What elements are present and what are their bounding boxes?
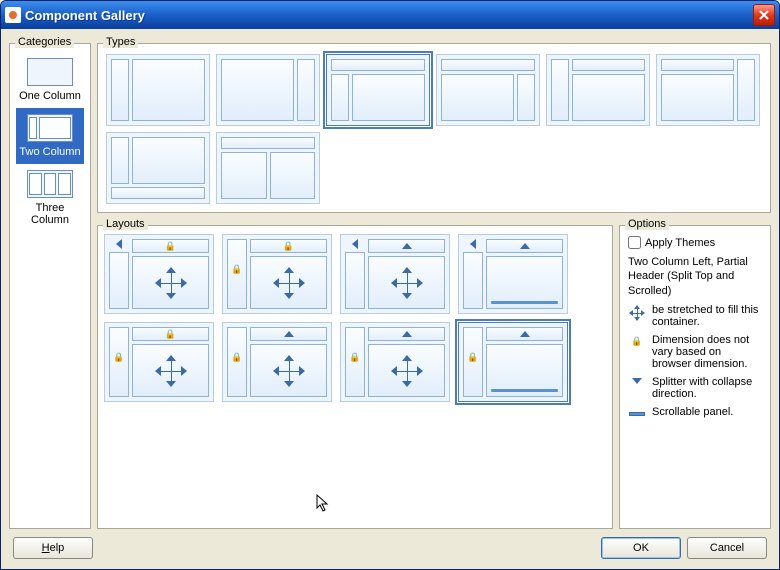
- layout-tile[interactable]: 🔒: [104, 234, 214, 314]
- splitter-up-icon: [402, 331, 412, 337]
- apply-themes-input[interactable]: [628, 236, 641, 249]
- types-panel: [97, 43, 771, 213]
- scroll-indicator: [491, 301, 558, 304]
- stretch-icon: [392, 356, 422, 386]
- type-tile[interactable]: [216, 54, 320, 126]
- cursor-icon: [316, 494, 330, 514]
- category-two-column[interactable]: Two Column: [16, 108, 84, 164]
- layout-tile[interactable]: [458, 234, 568, 314]
- splitter-left-icon: [116, 239, 122, 249]
- splitter-icon: [632, 378, 642, 384]
- category-label: Two Column: [18, 146, 82, 158]
- one-column-icon: [27, 58, 73, 86]
- layout-tile[interactable]: 🔒 🔒: [222, 234, 332, 314]
- category-label: Three Column: [18, 202, 82, 226]
- cancel-button[interactable]: Cancel: [687, 537, 767, 559]
- lock-icon: 🔒: [283, 241, 294, 252]
- stretch-icon: [156, 356, 186, 386]
- dialog-buttons: Help OK Cancel: [9, 535, 771, 561]
- splitter-up-icon: [520, 243, 530, 249]
- legend-lock: Dimension does not vary based on browser…: [652, 334, 762, 370]
- close-button[interactable]: [753, 4, 775, 26]
- type-tile[interactable]: [216, 132, 320, 204]
- lock-icon: 🔒: [228, 264, 246, 275]
- splitter-left-icon: [352, 239, 358, 249]
- window-title: Component Gallery: [25, 8, 753, 23]
- legend-splitter: Splitter with collapse direction.: [652, 376, 762, 400]
- dialog-content: Categories One Column Two Column Thre: [1, 29, 779, 569]
- dialog-window: Component Gallery Categories One Column: [0, 0, 780, 570]
- stretch-icon: [630, 306, 644, 320]
- ok-button[interactable]: OK: [601, 537, 681, 559]
- category-label: One Column: [18, 90, 82, 102]
- legend-scroll: Scrollable panel.: [652, 406, 762, 418]
- stretch-icon: [156, 268, 186, 298]
- layout-description: Two Column Left, Partial Header (Split T…: [628, 255, 762, 298]
- scroll-indicator: [491, 389, 558, 392]
- type-tile[interactable]: [656, 54, 760, 126]
- splitter-left-icon: [470, 239, 476, 249]
- categories-label: Categories: [15, 36, 74, 48]
- app-icon: [5, 7, 21, 23]
- type-tile[interactable]: [326, 54, 430, 126]
- splitter-up-icon: [402, 243, 412, 249]
- type-tile[interactable]: [106, 132, 210, 204]
- apply-themes-label: Apply Themes: [645, 237, 715, 249]
- close-icon: [759, 10, 769, 20]
- lock-icon: 🔒: [165, 241, 176, 252]
- types-label: Types: [103, 36, 138, 48]
- splitter-up-icon: [520, 331, 530, 337]
- type-tile[interactable]: [106, 54, 210, 126]
- lock-icon: 🔒: [631, 336, 642, 347]
- category-three-column[interactable]: Three Column: [16, 164, 84, 232]
- apply-themes-checkbox[interactable]: Apply Themes: [628, 236, 762, 249]
- layout-tile[interactable]: 🔒 🔒: [104, 322, 214, 402]
- titlebar: Component Gallery: [1, 1, 779, 29]
- layouts-panel: 🔒 🔒 🔒: [97, 225, 613, 529]
- category-one-column[interactable]: One Column: [16, 52, 84, 108]
- two-column-icon: [27, 114, 73, 142]
- stretch-icon: [274, 356, 304, 386]
- stretch-icon: [392, 268, 422, 298]
- type-tile[interactable]: [546, 54, 650, 126]
- type-tile[interactable]: [436, 54, 540, 126]
- lock-icon: 🔒: [110, 352, 128, 363]
- lock-icon: 🔒: [165, 329, 176, 340]
- layout-tile[interactable]: 🔒: [222, 322, 332, 402]
- options-label: Options: [625, 218, 669, 230]
- layouts-label: Layouts: [103, 218, 148, 230]
- legend-stretch: be stretched to fill this container.: [652, 304, 762, 328]
- splitter-up-icon: [284, 331, 294, 337]
- scroll-icon: [629, 412, 645, 416]
- categories-panel: One Column Two Column Three Column: [9, 43, 91, 529]
- stretch-icon: [274, 268, 304, 298]
- layout-tile[interactable]: 🔒: [340, 322, 450, 402]
- lock-icon: 🔒: [464, 352, 482, 363]
- layout-tile[interactable]: [340, 234, 450, 314]
- help-button[interactable]: Help: [13, 537, 93, 559]
- lock-icon: 🔒: [346, 352, 364, 363]
- three-column-icon: [27, 170, 73, 198]
- options-panel: Apply Themes Two Column Left, Partial He…: [619, 225, 771, 529]
- layout-tile[interactable]: 🔒: [458, 322, 568, 402]
- lock-icon: 🔒: [228, 352, 246, 363]
